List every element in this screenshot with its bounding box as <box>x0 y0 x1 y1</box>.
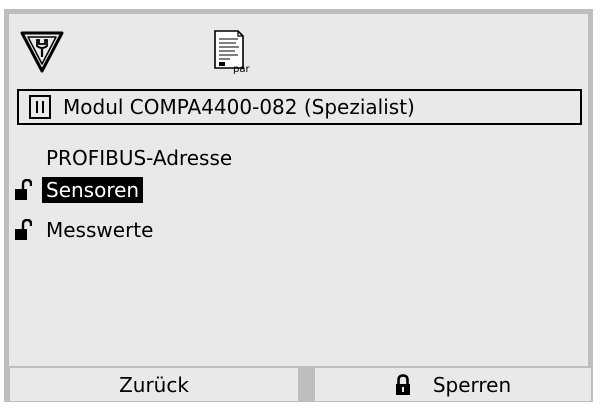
menu-item-label: Sensoren <box>42 177 144 203</box>
lock-button-label: Sperren <box>432 372 512 397</box>
menu-item-label: PROFIBUS-Adresse <box>46 146 233 170</box>
module-header: Modul COMPA4400-082 (Spezialist) <box>17 89 582 125</box>
display-frame <box>4 9 593 402</box>
unlocked-icon <box>14 219 32 241</box>
wrench-icon <box>20 30 64 74</box>
menu-item-label: Messwerte <box>46 218 154 242</box>
parameter-file-icon: par <box>210 30 254 75</box>
device-screen: par Modul COMPA4400-082 (Spezialist) PRO… <box>0 0 601 405</box>
module-title: Modul COMPA4400-082 (Spezialist) <box>63 95 415 119</box>
lock-button[interactable]: Sperren <box>315 368 591 401</box>
lock-icon <box>395 373 411 396</box>
param-icon-label: par <box>233 64 250 74</box>
back-button-label: Zurück <box>119 372 189 397</box>
unlocked-icon <box>14 179 32 201</box>
back-button[interactable]: Zurück <box>10 368 298 401</box>
menu-item-sensors[interactable]: Sensoren <box>14 176 144 204</box>
menu-item-measured-values[interactable]: Messwerte <box>14 216 157 244</box>
menu-item-profibus-address[interactable]: PROFIBUS-Adresse <box>14 144 236 172</box>
module-indicator-icon <box>29 95 51 119</box>
